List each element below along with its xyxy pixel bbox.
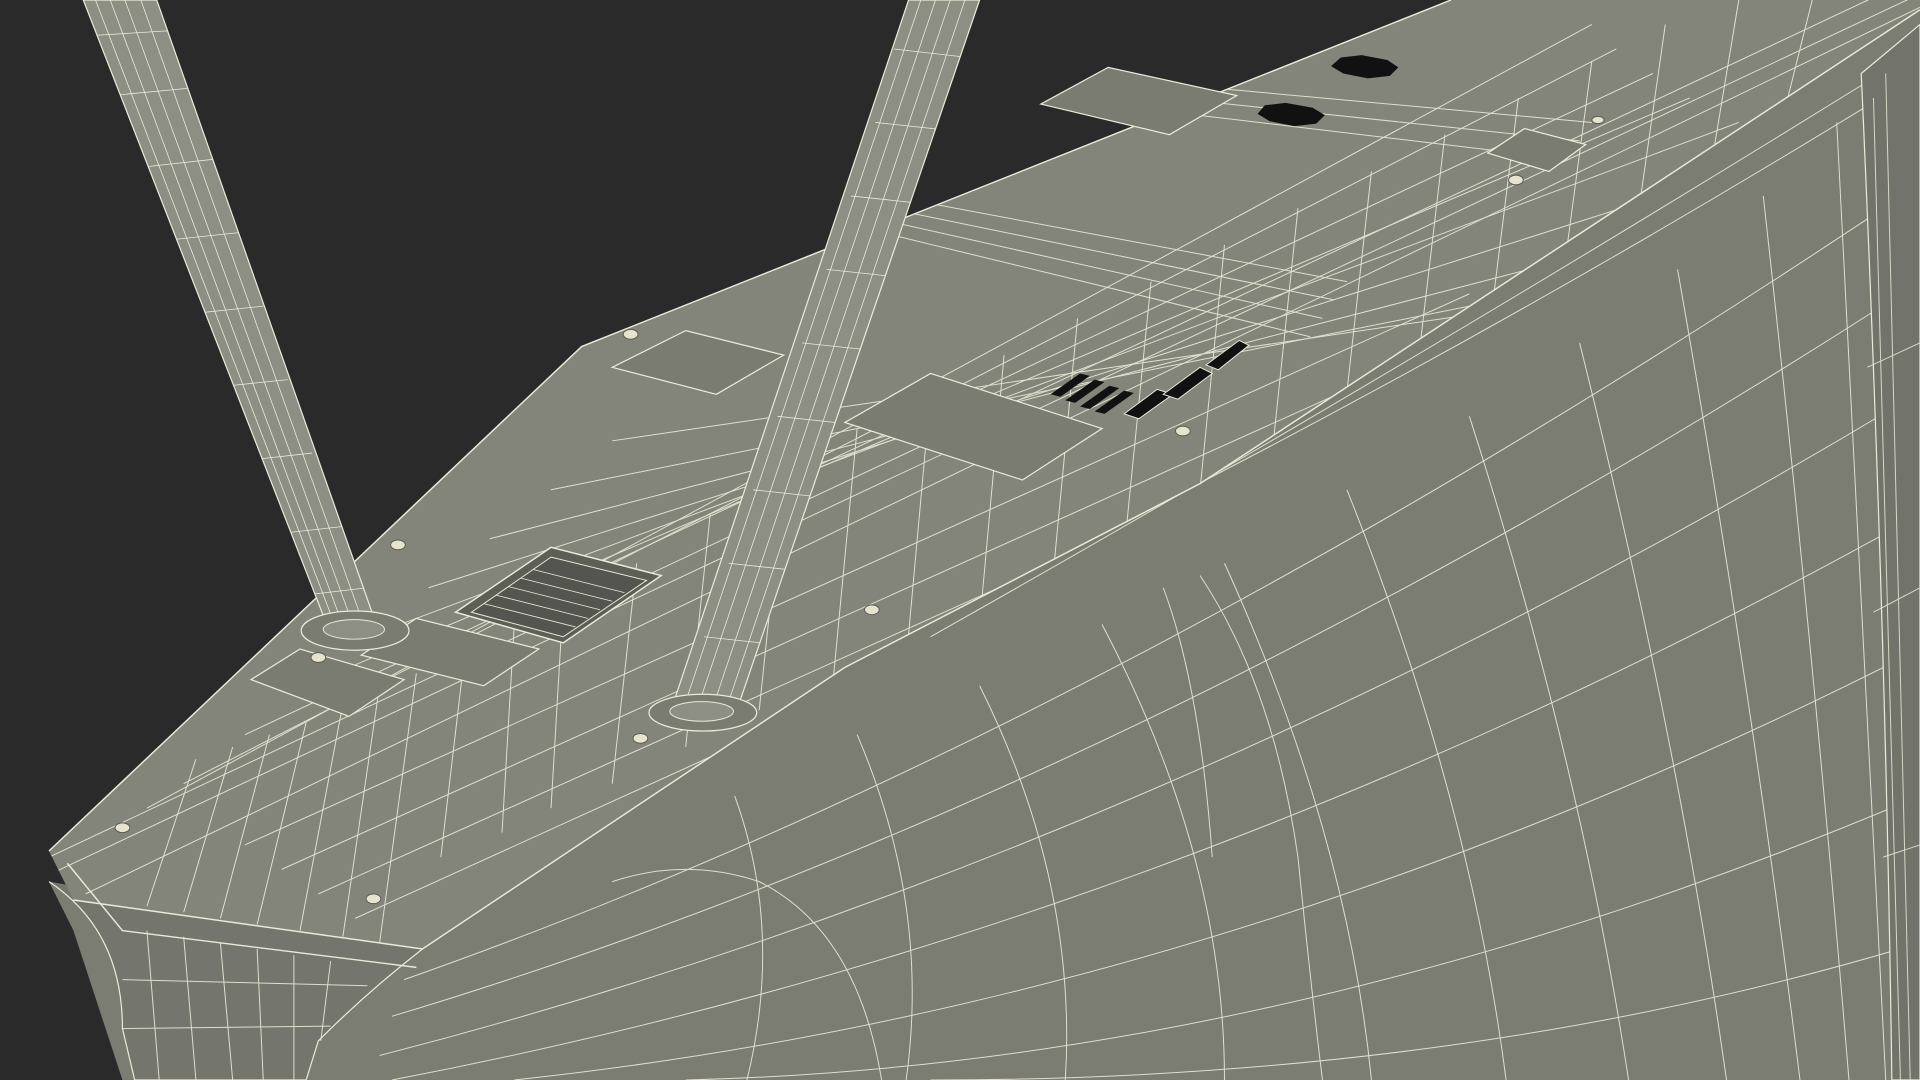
router-wireframe-render <box>0 0 1920 1080</box>
